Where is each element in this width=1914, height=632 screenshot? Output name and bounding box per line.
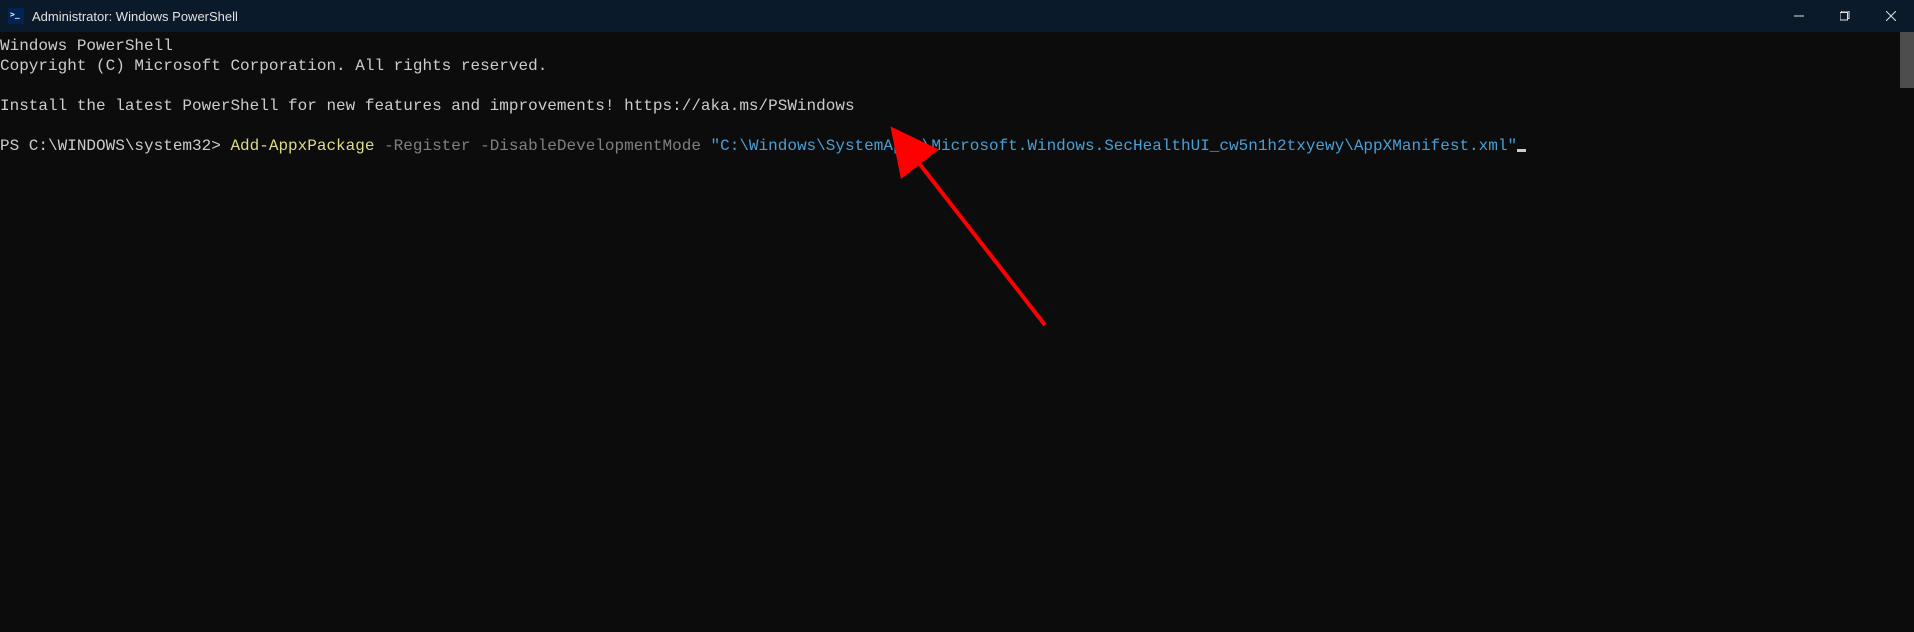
prompt-text: PS C:\WINDOWS\system32>	[0, 137, 230, 155]
param-register: -Register	[374, 137, 470, 155]
install-hint-line: Install the latest PowerShell for new fe…	[0, 97, 855, 115]
param-disabledevmode: -DisableDevelopmentMode	[470, 137, 700, 155]
window-controls	[1776, 0, 1914, 32]
maximize-button[interactable]	[1822, 0, 1868, 32]
path-string: "C:\Windows\SystemApps\Microsoft.Windows…	[701, 137, 1517, 155]
terminal-content[interactable]: Windows PowerShell Copyright (C) Microso…	[0, 32, 1914, 632]
banner-line-1: Windows PowerShell	[0, 37, 173, 55]
scrollbar-thumb[interactable]	[1900, 32, 1914, 88]
command-line: PS C:\WINDOWS\system32> Add-AppxPackage …	[0, 137, 1526, 155]
banner-line-2: Copyright (C) Microsoft Corporation. All…	[0, 57, 547, 75]
minimize-button[interactable]	[1776, 0, 1822, 32]
close-button[interactable]	[1868, 0, 1914, 32]
cmdlet-name: Add-AppxPackage	[230, 137, 374, 155]
text-cursor	[1517, 149, 1526, 152]
powershell-icon	[8, 8, 24, 24]
titlebar[interactable]: Administrator: Windows PowerShell	[0, 0, 1914, 32]
window-title: Administrator: Windows PowerShell	[32, 9, 238, 24]
